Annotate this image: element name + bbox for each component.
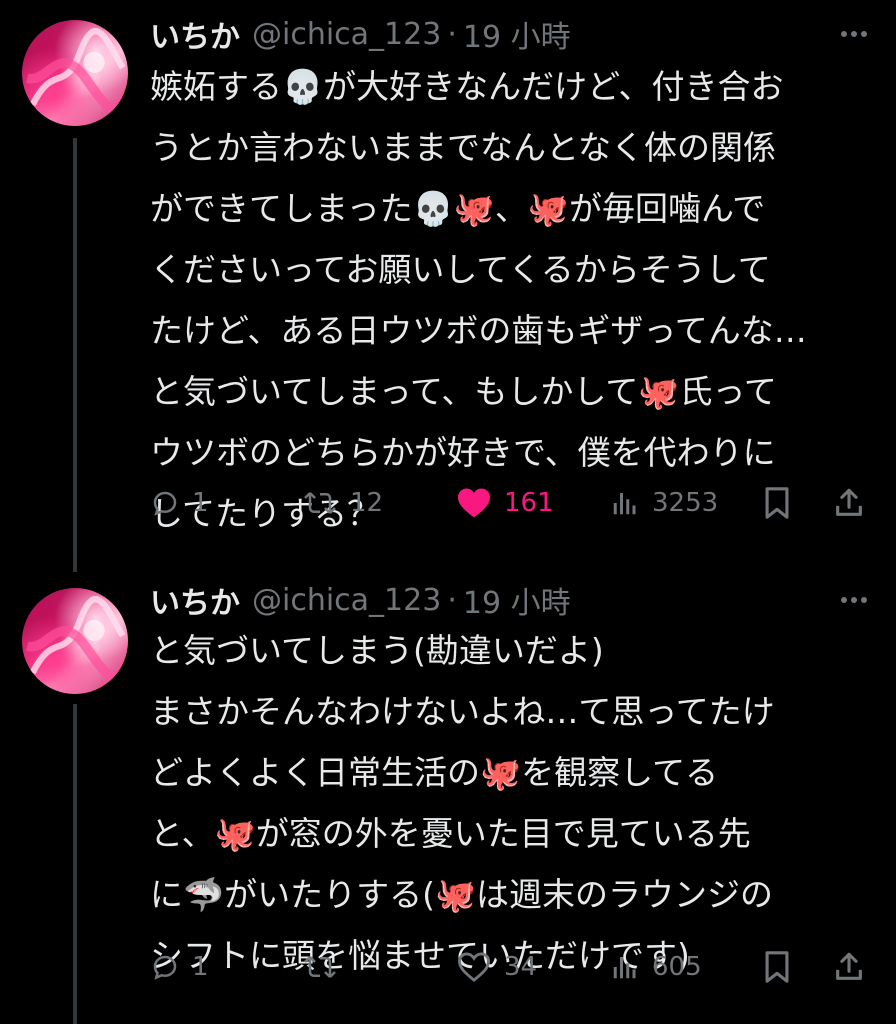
- like-count: 161: [504, 488, 554, 518]
- tweet-text-line: と気づいてしまって、もしかして🐙氏って: [150, 372, 777, 411]
- reply-button[interactable]: 1: [150, 942, 209, 992]
- tweet-text-line: たけど、ある日ウツボの歯もギザってんな…: [150, 311, 807, 350]
- tweet-text-line: と、🐙が窓の外を憂いた目で見ている先: [150, 814, 751, 853]
- views-chart-icon: [613, 493, 636, 515]
- share-button[interactable]: [832, 478, 866, 528]
- tweet-text: 嫉妬する💀が大好きなんだけど、付き合お うとか言わないままでなんとなく体の関係 …: [150, 56, 870, 544]
- retweet-count: 12: [350, 488, 384, 518]
- action-bar: 1 12 161 3253: [150, 478, 876, 528]
- action-bar: 1 34 605: [150, 942, 876, 992]
- views-button[interactable]: 3253: [610, 478, 718, 528]
- share-icon: [836, 488, 862, 516]
- more-options-icon[interactable]: [834, 12, 874, 56]
- bookmark-icon: [765, 951, 789, 983]
- tweet-1[interactable]: いちか @ichica_123 · 19 小時 嫉妬する💀が大好きなんだけど、付…: [0, 0, 896, 572]
- like-count: 34: [504, 952, 538, 982]
- tweet-text-line: と気づいてしまう(勘違いだよ): [150, 631, 604, 670]
- tweet-time[interactable]: 19 小時: [463, 578, 571, 622]
- tweet-header: いちか @ichica_123 · 19 小時: [150, 12, 806, 56]
- avatar-image: [26, 28, 128, 114]
- avatar[interactable]: [22, 20, 128, 126]
- retweet-button[interactable]: [302, 942, 350, 992]
- views-chart-icon: [613, 957, 636, 979]
- reply-icon: [153, 491, 177, 516]
- bookmark-button[interactable]: [762, 478, 792, 528]
- bookmark-icon: [765, 487, 789, 519]
- tweet-text: と気づいてしまう(勘違いだよ) まさかそんなわけないよね…て思ってたけ どよくよ…: [150, 620, 870, 986]
- tweet-time[interactable]: 19 小時: [463, 12, 571, 56]
- tweet-text-line: ができてしまった💀🐙、🐙が毎回噛んで: [150, 189, 766, 228]
- author-name[interactable]: いちか: [150, 12, 240, 56]
- tweet-text-line: ウツボのどちらかが好きで、僕を代わりに: [150, 433, 776, 472]
- views-count: 3253: [652, 488, 719, 518]
- like-button[interactable]: 34: [456, 942, 537, 992]
- thread-line: [73, 704, 77, 1024]
- thread-line: [73, 138, 77, 572]
- tweet-text-line: くださいってお願いしてくるからそうして: [150, 250, 771, 289]
- author-handle[interactable]: @ichica_123: [252, 583, 441, 618]
- separator-dot: ·: [447, 582, 457, 618]
- avatar-image: [26, 596, 128, 682]
- reply-button[interactable]: 1: [150, 478, 209, 528]
- share-icon: [836, 952, 862, 980]
- retweet-button[interactable]: 12: [302, 478, 383, 528]
- retweet-icon: [304, 492, 336, 514]
- tweet-header: いちか @ichica_123 · 19 小時: [150, 578, 806, 622]
- retweet-icon: [304, 956, 336, 978]
- author-handle[interactable]: @ichica_123: [252, 17, 441, 52]
- heart-outline-icon: [457, 952, 491, 982]
- tweet-text-line: まさかそんなわけないよね…て思ってたけ: [150, 692, 775, 731]
- reply-count: 1: [192, 488, 209, 518]
- reply-icon: [153, 955, 177, 980]
- tweet-2[interactable]: いちか @ichica_123 · 19 小時 と気づいてしまう(勘違いだよ) …: [0, 566, 896, 1024]
- author-name[interactable]: いちか: [150, 578, 240, 622]
- tweet-text-line: に🦈がいたりする(🐙は週末のラウンジの: [150, 875, 774, 914]
- share-button[interactable]: [832, 942, 866, 992]
- reply-count: 1: [192, 952, 209, 982]
- tweet-text-line: どよくよく日常生活の🐙を観察してる: [150, 753, 719, 792]
- heart-filled-icon: [458, 488, 490, 518]
- like-button[interactable]: 161: [456, 478, 554, 528]
- views-count: 605: [652, 952, 702, 982]
- tweet-text-line: うとか言わないままでなんとなく体の関係: [150, 128, 777, 167]
- more-options-icon[interactable]: [834, 578, 874, 622]
- separator-dot: ·: [447, 16, 457, 52]
- bookmark-button[interactable]: [762, 942, 792, 992]
- views-button[interactable]: 605: [610, 942, 702, 992]
- avatar[interactable]: [22, 588, 128, 694]
- tweet-text-line: 嫉妬する💀が大好きなんだけど、付き合お: [150, 67, 784, 106]
